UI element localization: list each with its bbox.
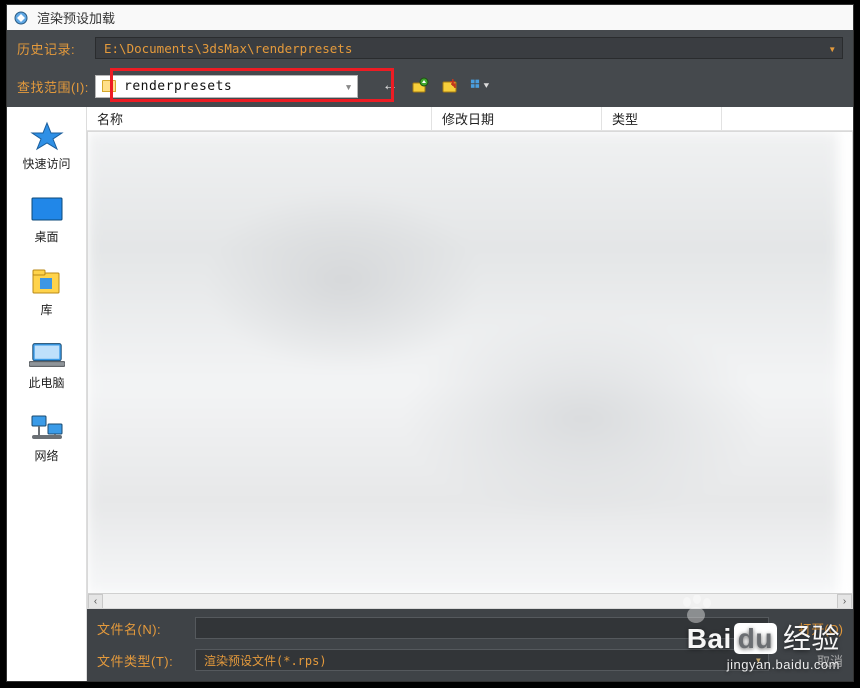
column-type[interactable]: 类型	[602, 107, 722, 130]
chevron-down-icon: ▾	[755, 653, 762, 667]
window-title: 渲染预设加载	[37, 8, 115, 27]
star-icon	[29, 121, 65, 151]
desktop-icon	[29, 194, 65, 224]
up-folder-icon[interactable]	[410, 76, 430, 96]
libraries-icon	[29, 267, 65, 297]
computer-icon	[29, 340, 65, 370]
filename-label: 文件名(N):	[97, 619, 187, 638]
sidebar-item-this-pc[interactable]: 此电脑	[14, 336, 80, 395]
lookin-row: 查找范围(I): renderpresets ▾ ←	[7, 65, 853, 107]
folder-icon	[102, 80, 116, 92]
sidebar-item-label: 桌面	[34, 228, 58, 245]
history-label: 历史记录:	[17, 39, 95, 58]
bottom-zone: 文件名(N): ▾ 打开(O) 文件类型(T): 渲染预设文件(*.rps) ▾…	[87, 609, 853, 681]
main-column: 名称 修改日期 类型 ‹ › 文件名(N): ▾	[87, 107, 853, 681]
sidebar-item-label: 库	[40, 301, 52, 318]
new-folder-icon[interactable]	[440, 76, 460, 96]
history-path-combo[interactable]: E:\Documents\3dsMax\renderpresets ▾	[95, 37, 843, 59]
open-button[interactable]: 打开(O)	[777, 619, 843, 638]
sidebar-item-label: 网络	[34, 447, 58, 464]
sidebar-item-network[interactable]: 网络	[14, 409, 80, 468]
render-preset-icon	[13, 10, 29, 26]
column-name[interactable]: 名称	[87, 107, 432, 130]
sidebar-item-quick-access[interactable]: 快速访问	[14, 117, 80, 176]
column-label: 类型	[612, 109, 638, 128]
titlebar[interactable]: 渲染预设加载	[7, 5, 853, 31]
scroll-right-arrow[interactable]: ›	[837, 594, 852, 609]
places-sidebar: 快速访问 桌面 库	[7, 107, 87, 681]
sidebar-item-label: 快速访问	[22, 155, 70, 172]
lookin-label: 查找范围(I):	[17, 77, 95, 96]
body-area: 快速访问 桌面 库	[7, 107, 853, 681]
chevron-down-icon: ▾	[755, 621, 762, 635]
sidebar-item-desktop[interactable]: 桌面	[14, 190, 80, 249]
back-icon[interactable]: ←	[380, 76, 400, 96]
chevron-down-icon: ▾	[828, 41, 836, 56]
lookin-folder-name: renderpresets	[124, 79, 232, 94]
file-list[interactable]: ‹ ›	[87, 131, 853, 609]
column-label: 名称	[97, 109, 123, 128]
filename-input[interactable]: ▾	[195, 617, 769, 639]
chevron-down-icon: ▾	[345, 80, 353, 95]
network-icon	[29, 413, 65, 443]
sidebar-item-label: 此电脑	[28, 374, 64, 391]
lookin-folder-combo[interactable]: renderpresets ▾	[95, 75, 358, 98]
sidebar-item-libraries[interactable]: 库	[14, 263, 80, 322]
horizontal-scrollbar[interactable]: ‹ ›	[88, 593, 852, 608]
scroll-track[interactable]	[103, 594, 837, 609]
toolbar-icons: ←	[380, 76, 490, 96]
file-list-header: 名称 修改日期 类型	[87, 107, 853, 131]
filetype-label: 文件类型(T):	[97, 651, 187, 670]
dialog-window: 渲染预设加载 历史记录: E:\Documents\3dsMax\renderp…	[6, 4, 854, 682]
view-menu-icon[interactable]	[470, 76, 490, 96]
history-row: 历史记录: E:\Documents\3dsMax\renderpresets …	[7, 31, 853, 65]
history-path-text: E:\Documents\3dsMax\renderpresets	[104, 41, 352, 56]
blurred-content	[88, 132, 838, 594]
filetype-combo[interactable]: 渲染预设文件(*.rps) ▾	[195, 649, 769, 671]
cancel-button[interactable]: 取消	[777, 651, 843, 670]
filetype-value: 渲染预设文件(*.rps)	[204, 652, 327, 669]
column-label: 修改日期	[442, 109, 494, 128]
column-modified-date[interactable]: 修改日期	[432, 107, 602, 130]
scroll-left-arrow[interactable]: ‹	[88, 594, 103, 609]
